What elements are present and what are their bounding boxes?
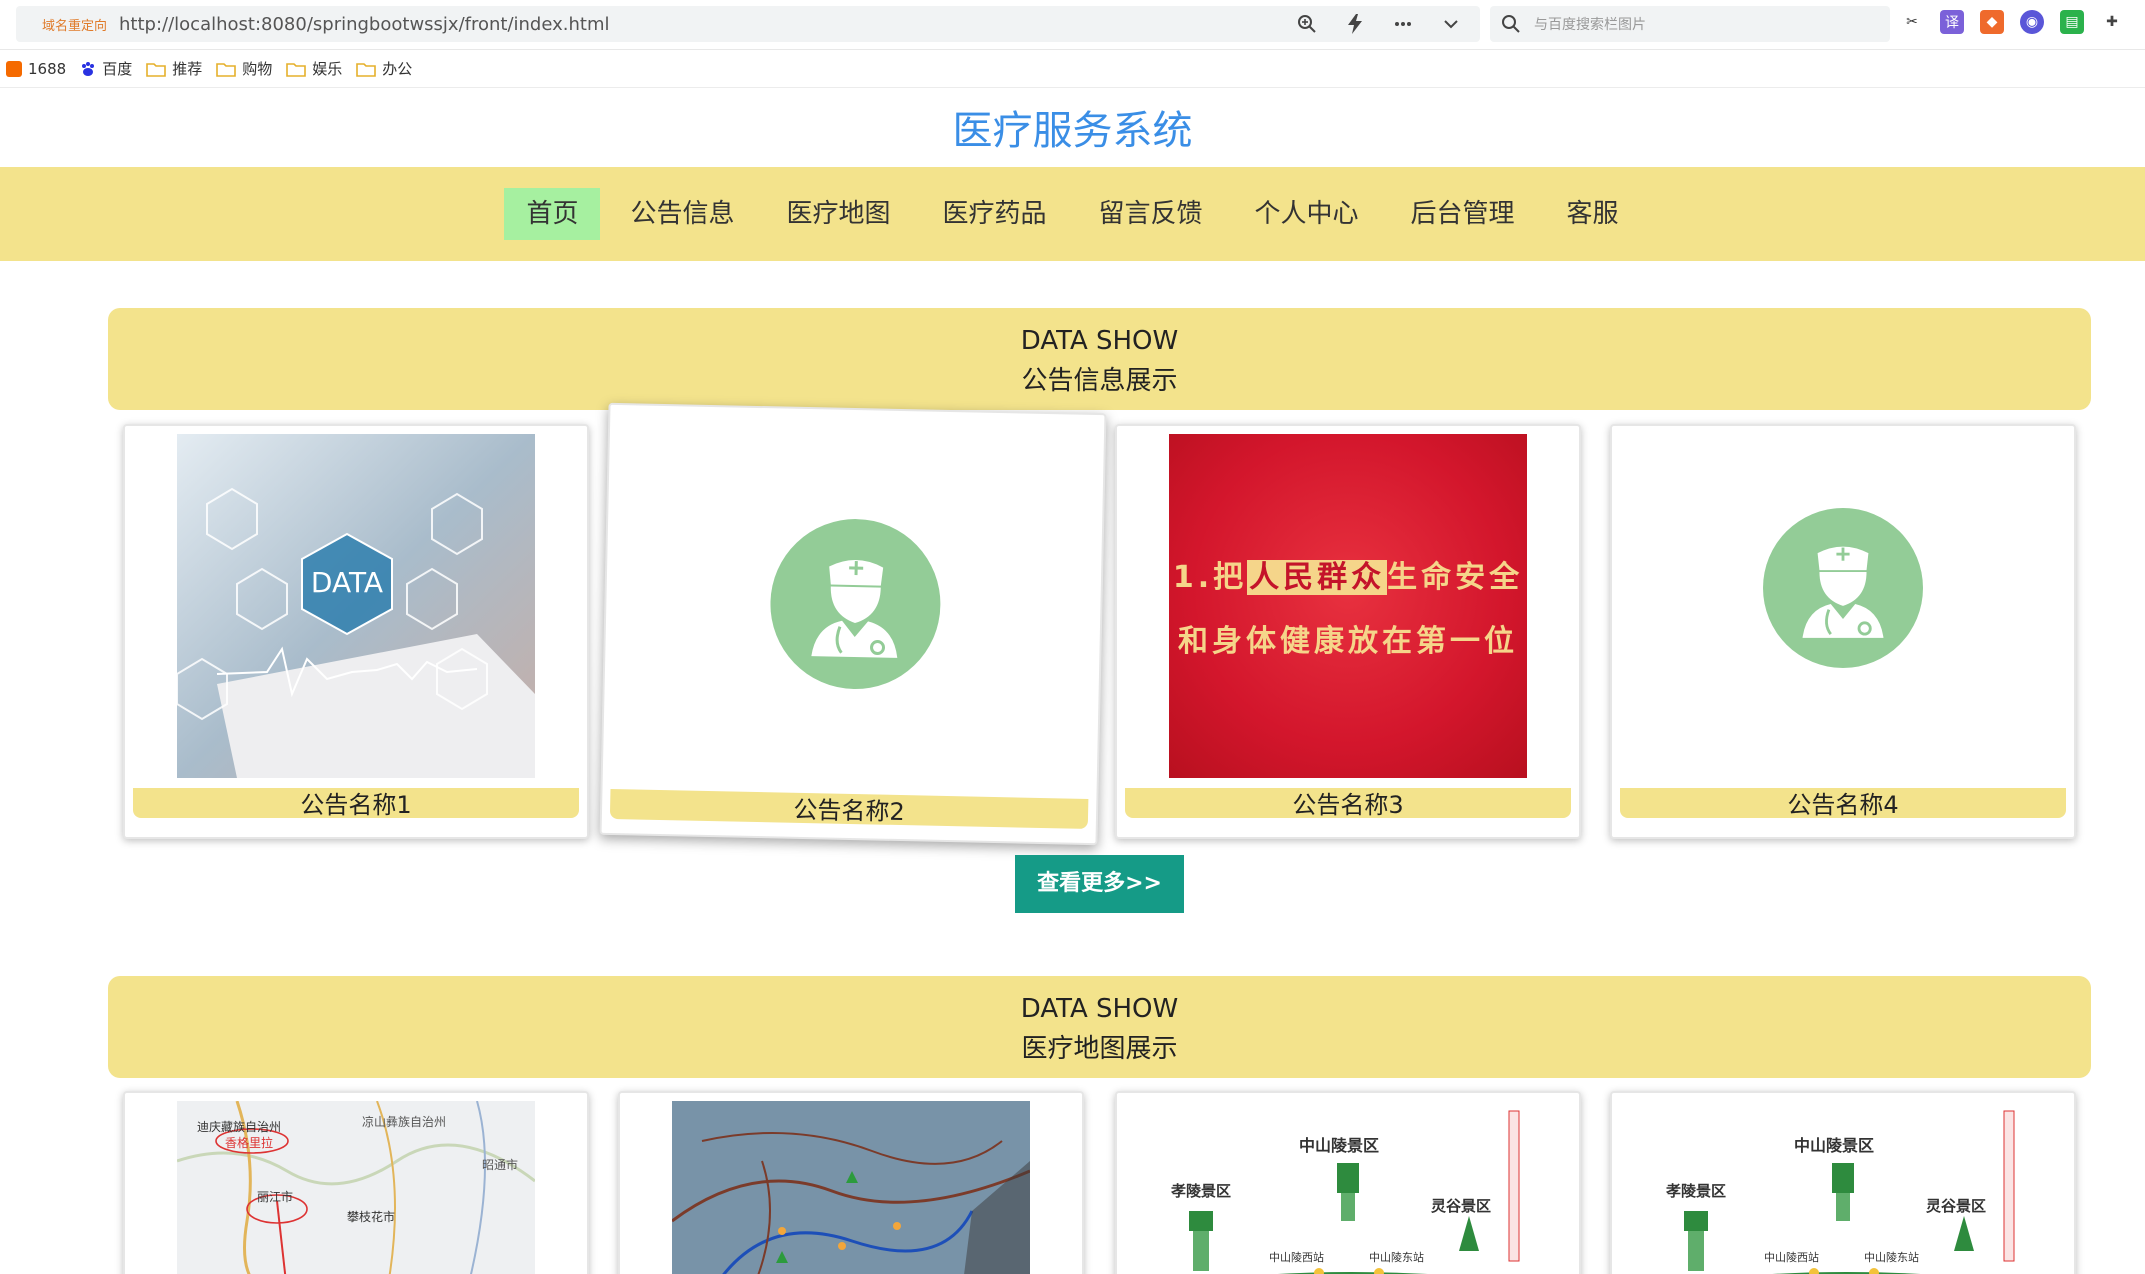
announcement-title: 公告名称4 <box>1620 788 2066 819</box>
main-nav: 首页 公告信息 医疗地图 医疗药品 留言反馈 个人中心 后台管理 客服 <box>0 167 2145 261</box>
map-label: 凉山彝族自治州 <box>362 1114 446 1129</box>
scenic-map-image <box>672 1101 1030 1274</box>
map-label: 香格里拉 <box>225 1135 273 1150</box>
search-icon <box>1500 13 1522 35</box>
announcement-card[interactable]: 公告名称4 <box>1610 424 2076 839</box>
data-keyboard-image: DATA <box>177 434 535 778</box>
browser-toolbar: 域名重定向 http://localhost:8080/springbootws… <box>0 0 2145 50</box>
nav-medical-map[interactable]: 医疗地图 <box>764 188 912 240</box>
doctor-avatar-image <box>1664 434 2022 778</box>
road-map-image: 迪庆藏族自治州 香格里拉 凉山彝族自治州 昭通市 丽江市 攀枝花市 <box>177 1101 535 1274</box>
map-card[interactable] <box>618 1091 1084 1274</box>
announcement-title: 公告名称1 <box>133 788 579 819</box>
nav-home[interactable]: 首页 <box>504 188 601 240</box>
map-label: 迪庆藏族自治州 <box>197 1120 281 1134</box>
map-card[interactable]: 中山陵景区 孝陵景区 灵谷景区 中山陵西站 中山陵东站 <box>1115 1091 1581 1274</box>
more-icon[interactable] <box>1392 13 1414 35</box>
station-map-image: 中山陵景区 孝陵景区 灵谷景区 中山陵西站 中山陵东站 <box>1169 1101 1527 1274</box>
bookmark-label: 百度 <box>102 60 133 78</box>
baidu-icon <box>80 61 96 77</box>
section-title-cn: 医疗地图展示 <box>1021 1034 1178 1064</box>
zoom-icon[interactable] <box>1296 13 1318 35</box>
bookmark-label: 1688 <box>28 59 67 78</box>
nav-admin[interactable]: 后台管理 <box>1389 188 1537 240</box>
bookmark-folder-bangong[interactable]: 办公 <box>356 58 412 79</box>
map-label: 中山陵西站 <box>1269 1250 1324 1264</box>
bookmarks-bar: 1688 百度 推荐 购物 娱乐 办公 <box>0 50 2145 88</box>
map-label: 中山陵东站 <box>1369 1250 1424 1264</box>
section-header-maps: DATA SHOW 医疗地图展示 <box>108 976 2091 1078</box>
announcement-card[interactable]: 1.把人民群众生命安全 和身体健康放在第一位 公告名称3 <box>1115 424 1581 839</box>
announcement-title: 公告名称2 <box>609 788 1089 829</box>
view-more-button[interactable]: 查看更多>> <box>1015 855 1184 913</box>
nav-profile[interactable]: 个人中心 <box>1233 188 1381 240</box>
map-label: 中山陵景区 <box>1794 1136 1874 1155</box>
game-icon[interactable]: ◆ <box>1980 10 2004 34</box>
map-label: 孝陵景区 <box>1665 1182 1726 1200</box>
folder-icon <box>146 61 167 77</box>
announcement-card[interactable]: DATA 公告名称1 <box>123 424 589 839</box>
scissors-icon[interactable]: ✂ <box>1900 10 1924 34</box>
site-title: 医疗服务系统 <box>952 108 1193 154</box>
search-box[interactable]: 与百度搜索栏图片 <box>1490 6 1890 42</box>
map-label: 丽江市 <box>257 1189 293 1204</box>
map-label: 灵谷景区 <box>1926 1197 1986 1215</box>
bookmark-folder-tuijian[interactable]: 推荐 <box>146 58 202 79</box>
map-label: 灵谷景区 <box>1431 1197 1491 1215</box>
poster-highlight: 人民群众 <box>1247 560 1388 595</box>
map-label: 昭通市 <box>482 1157 518 1172</box>
robot-icon[interactable]: ◉ <box>2020 10 2044 34</box>
poster-line-2: 和身体健康放在第一位 <box>1178 624 1518 659</box>
map-card[interactable]: 迪庆藏族自治州 香格里拉 凉山彝族自治州 昭通市 丽江市 攀枝花市 <box>123 1091 589 1274</box>
red-slogan-poster-image: 1.把人民群众生命安全 和身体健康放在第一位 <box>1169 434 1527 778</box>
doctor-icon <box>770 519 941 690</box>
translate-icon[interactable]: 译 <box>1940 10 1964 34</box>
nav-announcements[interactable]: 公告信息 <box>608 188 756 240</box>
1688-icon <box>6 60 22 77</box>
map-label: 攀枝花市 <box>347 1209 395 1224</box>
folder-icon <box>216 61 237 77</box>
section-title-en: DATA SHOW <box>1020 994 1179 1024</box>
address-bar[interactable]: 域名重定向 http://localhost:8080/springbootws… <box>16 6 1480 42</box>
nav-customer-service[interactable]: 客服 <box>1545 188 1641 240</box>
svg-text:DATA: DATA <box>311 566 383 599</box>
section-title-cn: 公告信息展示 <box>1021 366 1178 396</box>
bookmark-folder-yule[interactable]: 娱乐 <box>286 58 342 79</box>
bookmark-folder-gouwu[interactable]: 购物 <box>216 58 272 79</box>
folder-icon <box>286 61 307 77</box>
nav-feedback[interactable]: 留言反馈 <box>1077 188 1225 240</box>
bookmark-label: 办公 <box>382 60 413 78</box>
announcement-title: 公告名称3 <box>1125 788 1571 819</box>
nav-medicines[interactable]: 医疗药品 <box>920 188 1068 240</box>
chevron-down-icon[interactable] <box>1440 13 1462 35</box>
url-text[interactable]: http://localhost:8080/springbootwssjx/fr… <box>119 14 609 35</box>
doctor-avatar-image <box>663 420 1048 788</box>
station-map-image: 中山陵景区 孝陵景区 灵谷景区 中山陵西站 中山陵东站 <box>1664 1101 2022 1274</box>
doctor-icon <box>1763 508 1923 668</box>
book-icon[interactable]: ▤ <box>2060 10 2084 34</box>
bookmark-label: 娱乐 <box>312 60 343 78</box>
map-label: 孝陵景区 <box>1170 1182 1231 1200</box>
extensions-icon[interactable]: ✚ <box>2100 10 2124 34</box>
section-header-announcements: DATA SHOW 公告信息展示 <box>108 308 2091 410</box>
search-placeholder: 与百度搜索栏图片 <box>1534 17 1646 33</box>
lightning-icon[interactable] <box>1344 13 1366 35</box>
bookmark-1688[interactable]: 1688 <box>6 60 66 78</box>
redirect-tag: 域名重定向 <box>42 18 108 34</box>
bookmark-baidu[interactable]: 百度 <box>80 58 132 79</box>
map-label: 中山陵景区 <box>1299 1136 1379 1155</box>
section-title-en: DATA SHOW <box>1020 326 1179 356</box>
map-label: 中山陵西站 <box>1764 1250 1819 1264</box>
folder-icon <box>356 61 377 77</box>
bookmark-label: 推荐 <box>172 60 203 78</box>
poster-line-1: 1.把人民群众生命安全 <box>1172 560 1524 595</box>
announcement-card[interactable]: 公告名称2 <box>599 402 1107 846</box>
map-label: 中山陵东站 <box>1864 1250 1919 1264</box>
map-card[interactable]: 中山陵景区 孝陵景区 灵谷景区 中山陵西站 中山陵东站 <box>1610 1091 2076 1274</box>
bookmark-label: 购物 <box>242 60 273 78</box>
